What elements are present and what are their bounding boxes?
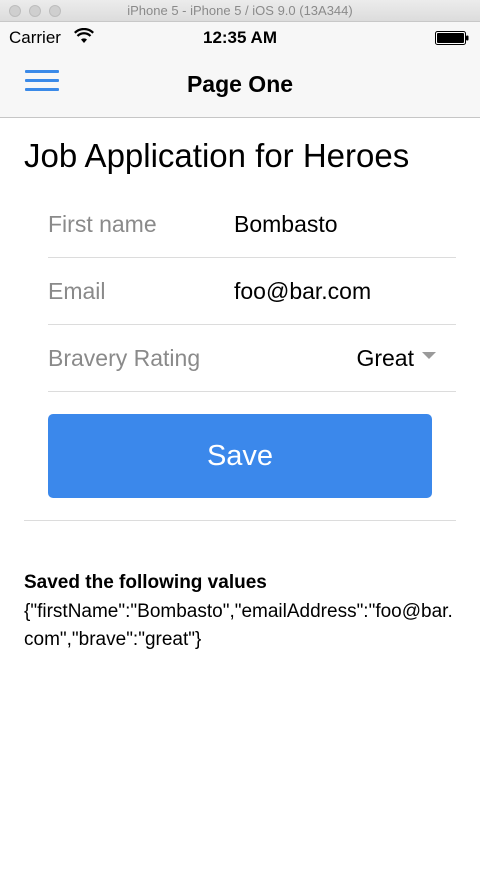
battery-icon [435,31,469,45]
nav-bar: Page One [0,54,480,118]
divider [24,520,456,521]
saved-values-json: {"firstName":"Bombasto","emailAddress":"… [24,601,453,650]
bravery-label: Bravery Rating [48,345,201,371]
first-name-row: First name Bombasto [48,191,456,258]
status-time: 12:35 AM [202,28,277,47]
page-title: Page One [186,71,294,97]
form-heading: Job Application for Heroes [24,137,410,174]
bravery-select[interactable]: Great [356,345,436,372]
job-application-form: First name Bombasto Email foo@bar.com Br… [48,191,456,392]
chevron-down-icon [422,352,436,360]
save-button[interactable]: Save [48,414,432,498]
bravery-row: Bravery Rating Great [48,325,456,392]
email-label: Email [48,278,106,304]
bravery-selected-value: Great [356,345,414,371]
email-row: Email foo@bar.com [48,258,456,325]
first-name-label: First name [48,211,157,237]
simulator-titlebar: iPhone 5 - iPhone 5 / iOS 9.0 (13A344) [0,0,480,22]
status-bar: Carrier 12:35 AM [0,22,480,54]
email-input[interactable]: foo@bar.com [234,278,454,305]
simulator-title: iPhone 5 - iPhone 5 / iOS 9.0 (13A344) [127,3,353,18]
first-name-input[interactable]: Bombasto [234,211,454,238]
saved-values-title: Saved the following values [24,572,267,593]
